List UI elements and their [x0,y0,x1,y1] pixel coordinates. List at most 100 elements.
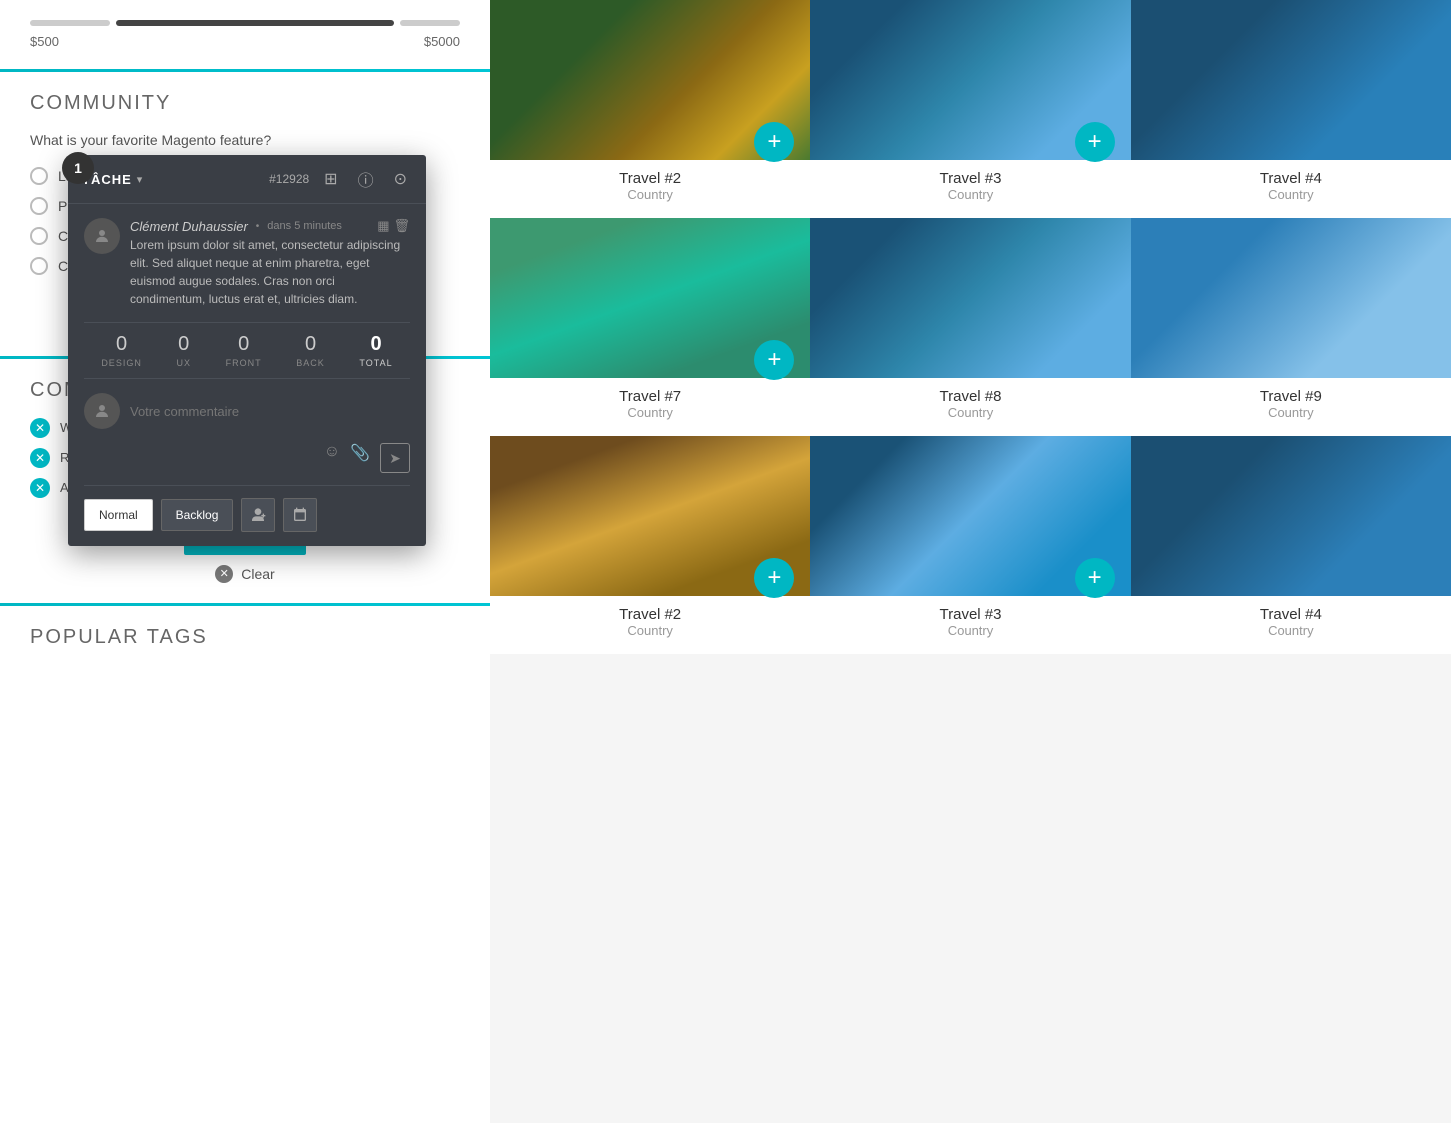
product-card-travel-extra: Travel #4 Country [1131,0,1451,218]
product-subtitle-travel2-top: Country [490,187,810,202]
product-card-travel3-bot: + Travel #3 Country [810,436,1130,654]
main-content: + Travel #2 Country + Travel #3 Country … [490,0,1451,1123]
comment-author-row: Clément Duhaussier • dans 5 minutes ▦ 🗑 [130,218,410,234]
product-info-travel3-bot: Travel #3 Country [810,596,1130,654]
panel-layout-icon[interactable]: ⊞ [319,167,342,191]
status-row: Normal Backlog [84,498,410,532]
score-front-label: FRONT [226,358,262,368]
product-info-travel-extra: Travel #4 Country [1131,160,1451,218]
score-design-value: 0 [101,333,142,356]
chevron-down-icon[interactable]: ▾ [137,173,143,186]
product-card-travel8: Travel #8 Country [810,218,1130,436]
score-row: 0 DESIGN 0 UX 0 FRONT 0 BACK 0 TOTAL [84,322,410,379]
product-grid: + Travel #2 Country + Travel #3 Country … [490,0,1451,654]
product-subtitle-travel3-top: Country [810,187,1130,202]
comment-delete-icon[interactable]: 🗑 [393,218,410,234]
score-total: 0 TOTAL [359,333,392,368]
commenter-avatar [84,393,120,429]
calendar-icon-button[interactable] [283,498,317,532]
product-info-travel8: Travel #8 Country [810,378,1130,436]
add-travel3-top-button[interactable]: + [1075,122,1115,162]
product-subtitle-travel3-bot: Country [810,623,1130,638]
score-total-label: TOTAL [359,358,392,368]
product-card-travel2-top: + Travel #2 Country [490,0,810,218]
remove-icon-1[interactable]: ✕ [30,418,50,438]
radio-category-mgmt[interactable] [30,227,48,245]
clear-icon: ✕ [215,565,233,583]
score-back-label: BACK [296,358,325,368]
product-subtitle-travel8: Country [810,405,1130,420]
add-travel3-bot-button[interactable]: + [1075,558,1115,598]
emoji-icon[interactable]: ☺ [324,443,340,473]
radio-price-rules[interactable] [30,197,48,215]
product-info-travel-bot3: Travel #4 Country [1131,596,1451,654]
price-max: $5000 [424,34,460,49]
score-back: 0 BACK [296,333,325,368]
product-title-travel2-top: Travel #2 [490,170,810,187]
product-image-travel8 [810,218,1130,378]
notification-badge[interactable]: 1 [62,152,94,184]
score-design: 0 DESIGN [101,333,142,368]
attachment-icon[interactable]: 📎 [350,443,370,473]
comment-calendar-icon[interactable]: ▦ [377,218,389,234]
product-info-travel2-top: Travel #2 Country [490,160,810,218]
popular-section: POPULAR TAGS [0,606,490,649]
clear-row: ✕ Clear [30,565,460,583]
add-user-icon-button[interactable] [241,498,275,532]
popular-title: POPULAR TAGS [30,626,460,649]
status-normal-button[interactable]: Normal [84,499,153,531]
input-actions: ☺ 📎 ➤ [84,443,410,486]
product-title-travel2-bot: Travel #2 [490,606,810,623]
score-front: 0 FRONT [226,333,262,368]
score-ux-value: 0 [176,333,191,356]
price-labels: $500 $5000 [30,34,460,49]
panel-header: TÂCHE ▾ #12928 ⊞ ⓘ ⊙ [68,155,426,204]
price-range-area: $500 $5000 [0,0,490,69]
panel-info-icon[interactable]: ⓘ [353,165,379,193]
radio-layered-nav[interactable] [30,167,48,185]
community-question: What is your favorite Magento feature? [30,131,460,151]
product-image-travel-extra [1131,0,1451,160]
product-info-travel9: Travel #9 Country [1131,378,1451,436]
product-image-travel9 [1131,218,1451,378]
avatar [84,218,120,254]
product-card-travel7: + Travel #7 Country [490,218,810,436]
remove-icon-2[interactable]: ✕ [30,448,50,468]
comment-input-row[interactable] [84,393,410,429]
product-title-travel7: Travel #7 [490,388,810,405]
product-info-travel2-bot: Travel #2 Country [490,596,810,654]
comment-meta-icons: ▦ 🗑 [377,218,410,234]
panel-task-id: #12928 [269,172,309,186]
overlay-panel: TÂCHE ▾ #12928 ⊞ ⓘ ⊙ Clément Duhaussier … [68,155,426,546]
product-card-travel3-top: + Travel #3 Country [810,0,1130,218]
remove-icon-3[interactable]: ✕ [30,478,50,498]
score-ux-label: UX [176,358,191,368]
send-button[interactable]: ➤ [380,443,410,473]
product-image-travel-bot3 [1131,436,1451,596]
status-backlog-button[interactable]: Backlog [161,499,234,531]
price-range-slider[interactable] [30,20,460,26]
product-info-travel3-top: Travel #3 Country [810,160,1130,218]
product-title-travel-extra: Travel #4 [1131,170,1451,187]
radio-compare-products[interactable] [30,257,48,275]
product-title-travel3-bot: Travel #3 [810,606,1130,623]
comment-row: Clément Duhaussier • dans 5 minutes ▦ 🗑 … [84,218,410,308]
community-title: COMMUNITY [30,92,460,115]
comment-content: Clément Duhaussier • dans 5 minutes ▦ 🗑 … [130,218,410,308]
score-design-label: DESIGN [101,358,142,368]
product-card-travel-bot3: Travel #4 Country [1131,436,1451,654]
product-title-travel-bot3: Travel #4 [1131,606,1451,623]
comment-input-field[interactable] [130,393,410,429]
product-title-travel8: Travel #8 [810,388,1130,405]
product-card-travel2-bot: + Travel #2 Country [490,436,810,654]
comment-text: Lorem ipsum dolor sit amet, consectetur … [130,236,410,308]
panel-camera-icon[interactable]: ⊙ [389,167,412,191]
product-title-travel9: Travel #9 [1131,388,1451,405]
product-subtitle-travel7: Country [490,405,810,420]
product-subtitle-travel-extra: Country [1131,187,1451,202]
panel-body: Clément Duhaussier • dans 5 minutes ▦ 🗑 … [68,204,426,546]
price-min: $500 [30,34,59,49]
score-back-value: 0 [296,333,325,356]
badge-number: 1 [74,160,82,176]
clear-text[interactable]: Clear [241,566,274,582]
